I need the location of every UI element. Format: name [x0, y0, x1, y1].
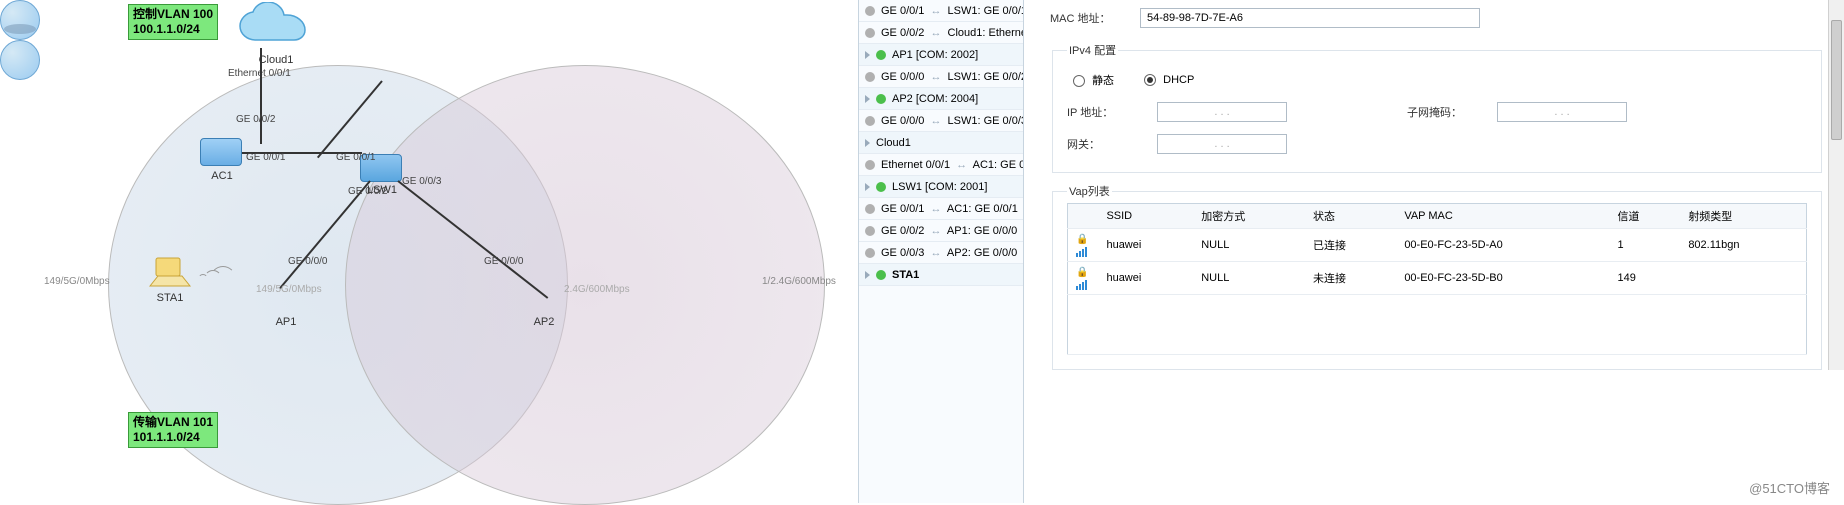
tree-interface[interactable]: GE 0/0/2 ↔ Cloud1: Etherne	[859, 22, 1023, 44]
cloud-label: Cloud1	[236, 54, 316, 66]
port-label: GE 0/0/3	[402, 176, 441, 187]
topology-tree[interactable]: GE 0/0/1 ↔ LSW1: GE 0/0/1GE 0/0/2 ↔ Clou…	[858, 0, 1024, 503]
gw-input[interactable]: . . .	[1157, 134, 1287, 154]
port-label: GE 0/0/0	[288, 256, 327, 267]
scrollbar-vertical[interactable]	[1828, 0, 1844, 370]
tree-interface[interactable]: Ethernet 0/0/1 ↔ AC1: GE 0/	[859, 154, 1023, 176]
vlan-data-note: 传输VLAN 101 101.1.1.0/24	[128, 412, 218, 448]
th-mac[interactable]: VAP MAC	[1396, 204, 1609, 229]
tree-interface[interactable]: GE 0/0/0 ↔ LSW1: GE 0/0/3	[859, 110, 1023, 132]
tree-interface[interactable]: GE 0/0/0 ↔ LSW1: GE 0/0/2	[859, 66, 1023, 88]
config-panel: MAC 地址： IPv4 配置 静态 DHCP IP 地址： . . . 子网掩…	[1030, 0, 1844, 503]
ip-input[interactable]: . . .	[1157, 102, 1287, 122]
vap-fieldset: Vap列表 SSID 加密方式 状态 VAP MAC 信道 射频类型 🔒huaw…	[1052, 183, 1822, 370]
wifi-waves-icon	[198, 264, 238, 294]
tree-node[interactable]: AP2 [COM: 2004]	[859, 88, 1023, 110]
th-rf[interactable]: 射频类型	[1680, 204, 1806, 229]
ap2-label: AP2	[504, 316, 584, 328]
device-ac1[interactable]	[200, 138, 242, 166]
device-ap2[interactable]	[0, 40, 40, 80]
watermark: @51CTO博客	[1749, 478, 1830, 497]
vap-row[interactable]: 🔒huaweiNULL已连接00-E0-FC-23-5D-A01802.11bg…	[1068, 229, 1807, 262]
mac-input[interactable]	[1140, 8, 1480, 28]
vap-table[interactable]: SSID 加密方式 状态 VAP MAC 信道 射频类型 🔒huaweiNULL…	[1067, 203, 1807, 355]
radio-static[interactable]	[1073, 75, 1085, 87]
tree-interface[interactable]: GE 0/0/2 ↔ AP1: GE 0/0/0	[859, 220, 1023, 242]
mask-input[interactable]: . . .	[1497, 102, 1627, 122]
radio-dhcp-label: DHCP	[1163, 74, 1194, 86]
device-ap1[interactable]	[0, 0, 40, 40]
ap1-label: AP1	[246, 316, 326, 328]
radio-dhcp[interactable]	[1144, 74, 1156, 86]
port-label: GE 0/0/1	[246, 152, 285, 163]
tree-interface[interactable]: GE 0/0/1 ↔ AC1: GE 0/0/1	[859, 198, 1023, 220]
tree-node[interactable]: LSW1 [COM: 2001]	[859, 176, 1023, 198]
ip-label: IP 地址：	[1067, 104, 1157, 120]
radio-static-label: 静态	[1092, 75, 1114, 87]
tree-interface[interactable]: GE 0/0/3 ↔ AP2: GE 0/0/0	[859, 242, 1023, 264]
edge-label: 149/5G/0Mbps	[256, 284, 322, 295]
link-cloud-ac	[260, 48, 262, 144]
port-label: GE 0/0/1	[336, 152, 375, 163]
th-chan[interactable]: 信道	[1610, 204, 1681, 229]
edge-label: 149/5G/0Mbps	[44, 276, 110, 287]
mask-label: 子网掩码：	[1407, 104, 1497, 120]
port-label: GE 0/0/2	[236, 114, 275, 125]
th-state[interactable]: 状态	[1305, 204, 1396, 229]
cloud-icon[interactable]	[236, 2, 316, 52]
device-sta1[interactable]	[148, 256, 192, 290]
th-ssid[interactable]: SSID	[1098, 204, 1193, 229]
port-label: GE 0/0/0	[484, 256, 523, 267]
vlan-control-note: 控制VLAN 100 100.1.1.0/24	[128, 4, 218, 40]
tree-node[interactable]: STA1	[859, 264, 1023, 286]
edge-label: 1/2.4G/600Mbps	[762, 276, 836, 287]
ac1-label: AC1	[182, 170, 262, 182]
tree-node[interactable]: AP1 [COM: 2002]	[859, 44, 1023, 66]
gw-label: 网关：	[1067, 136, 1157, 152]
ipv4-fieldset: IPv4 配置 静态 DHCP IP 地址： . . . 子网掩码： . . .…	[1052, 42, 1822, 173]
port-label: GE 0/0/2	[348, 186, 387, 197]
ipv4-legend: IPv4 配置	[1067, 42, 1118, 58]
tree-interface[interactable]: GE 0/0/1 ↔ LSW1: GE 0/0/1	[859, 0, 1023, 22]
vap-row[interactable]: 🔒huaweiNULL未连接00-E0-FC-23-5D-B0149	[1068, 262, 1807, 295]
vap-legend: Vap列表	[1067, 183, 1112, 199]
topology-canvas: 控制VLAN 100 100.1.1.0/24 传输VLAN 101 101.1…	[0, 0, 858, 503]
mac-label: MAC 地址：	[1050, 10, 1140, 26]
th-enc[interactable]: 加密方式	[1193, 204, 1305, 229]
tree-node[interactable]: Cloud1	[859, 132, 1023, 154]
edge-label: 2.4G/600Mbps	[564, 284, 630, 295]
